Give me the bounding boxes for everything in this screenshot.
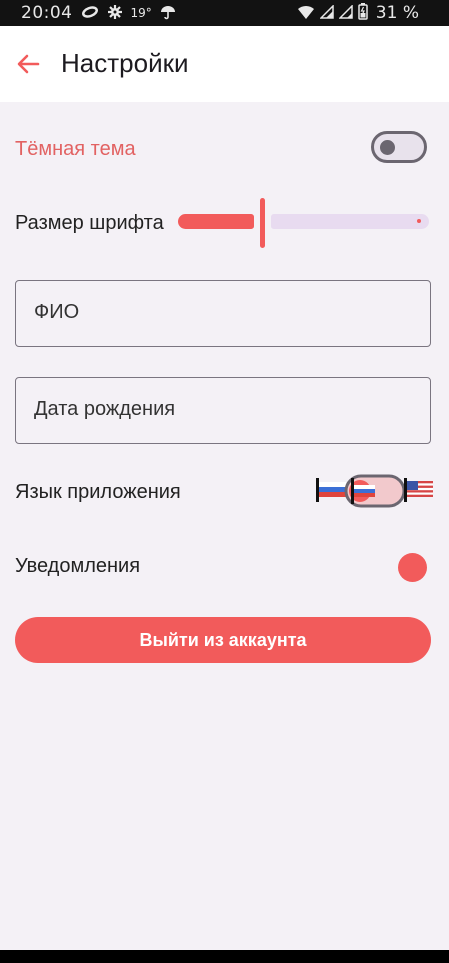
ru-flag-icon <box>316 478 346 502</box>
signal-icon <box>337 3 353 22</box>
language-switch[interactable] <box>316 474 434 510</box>
full-name-field[interactable]: ФИО <box>15 280 431 347</box>
font-size-slider[interactable] <box>178 196 432 248</box>
battery-icon <box>358 3 368 23</box>
system-nav-bar <box>0 950 449 963</box>
status-bar-left: 20:04 19° <box>21 3 176 23</box>
us-flag-icon <box>404 478 433 502</box>
wifi-icon <box>297 4 315 23</box>
arrow-back-icon <box>17 54 40 74</box>
status-time: 20:04 <box>21 3 73 23</box>
slider-handle[interactable] <box>260 198 265 248</box>
status-bar: 20:04 19° 31 % <box>0 0 449 26</box>
slider-inactive-track <box>271 214 429 229</box>
back-button[interactable] <box>14 50 42 78</box>
link-icon <box>81 5 99 21</box>
dark-theme-switch[interactable] <box>371 131 427 163</box>
notifications-radio[interactable] <box>398 553 427 582</box>
status-bar-right: 31 % <box>297 3 419 23</box>
switch-thumb <box>380 140 395 155</box>
battery-percent: 31 % <box>375 3 419 23</box>
settings-gear-icon <box>107 4 123 23</box>
page-title: Настройки <box>61 48 189 78</box>
top-app-bar: Настройки <box>0 26 449 102</box>
signal-icon <box>318 3 334 22</box>
app-language-label: Язык приложения <box>15 481 181 503</box>
full-name-placeholder: ФИО <box>34 301 80 323</box>
slider-stop-indicator <box>417 219 421 223</box>
switch-track <box>344 474 406 508</box>
temperature: 19° <box>130 6 152 20</box>
notifications-label: Уведомления <box>15 555 141 577</box>
slider-active-track <box>178 214 254 229</box>
dark-theme-label: Тёмная тема <box>15 138 136 160</box>
birthdate-placeholder: Дата рождения <box>34 398 176 420</box>
font-size-label: Размер шрифта <box>15 212 164 234</box>
logout-button[interactable]: Выйти из аккаунта <box>15 617 431 663</box>
umbrella-icon <box>160 4 176 23</box>
birthdate-field[interactable]: Дата рождения <box>15 377 431 444</box>
